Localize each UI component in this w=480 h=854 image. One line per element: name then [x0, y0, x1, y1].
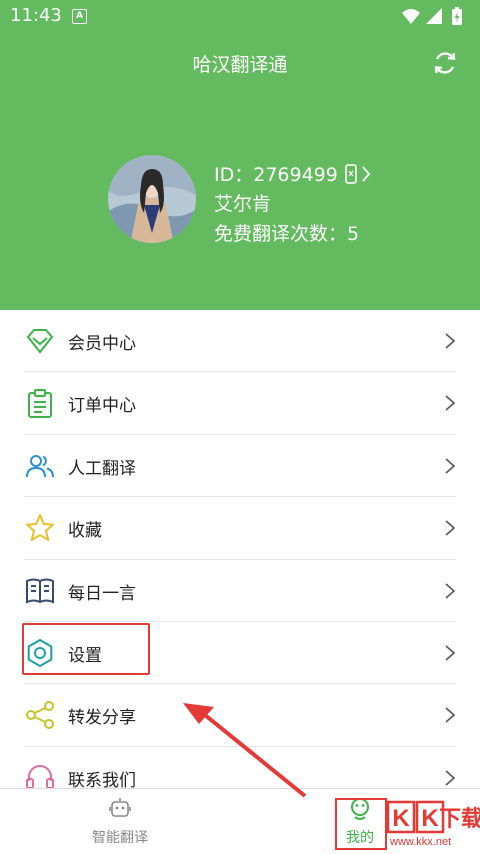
settings-highlight-box	[22, 623, 150, 675]
menu-item-label: 订单中心	[68, 396, 136, 417]
menu-item-label: 收藏	[68, 521, 102, 542]
chevron-right-icon	[362, 165, 371, 182]
svg-text:K: K	[392, 805, 410, 832]
wifi-icon	[402, 9, 420, 24]
signal-icon	[426, 8, 442, 24]
watermark-logo: K K 下载	[386, 800, 480, 834]
share-icon	[26, 701, 54, 730]
menu-item-membership[interactable]: 会员中心	[24, 310, 456, 373]
status-bar: 11:43 A	[0, 0, 480, 34]
user-id-row[interactable]: ID：2769499	[214, 160, 372, 187]
chevron-right-icon	[445, 770, 456, 786]
svg-text:下载: 下载	[439, 806, 480, 832]
settings-menu: 会员中心 订单中心 人工翻译 收藏 每日一言 设置 转发分享 联系我们	[0, 310, 480, 808]
status-icons	[402, 7, 462, 25]
clipboard-icon	[28, 389, 52, 419]
menu-item-human-translation[interactable]: 人工翻译	[24, 435, 456, 498]
robot-icon	[109, 798, 131, 817]
menu-item-orders[interactable]: 订单中心	[24, 372, 456, 435]
chevron-right-icon	[445, 520, 456, 536]
chevron-right-icon	[445, 333, 456, 349]
menu-item-favorites[interactable]: 收藏	[24, 497, 456, 560]
user-name: 艾尔肯	[214, 193, 272, 215]
chevron-right-icon	[445, 645, 456, 661]
refresh-icon[interactable]	[431, 49, 459, 77]
tab-highlight-box	[335, 798, 387, 850]
chevron-right-icon	[445, 582, 456, 599]
diamond-icon	[26, 329, 54, 354]
book-icon	[26, 578, 54, 604]
watermark: K K 下载 www.kkx.net	[386, 798, 480, 853]
notification-icon: A	[72, 9, 87, 24]
menu-item-label: 每日一言	[68, 583, 136, 604]
page-title: 哈汉翻译通	[192, 54, 288, 76]
profile-header: 11:43 A 哈汉翻译通 ID：2769499 艾尔肯 免费翻译次数：5	[0, 0, 480, 310]
menu-item-label: 转发分享	[68, 708, 136, 729]
phone-icon	[345, 163, 357, 184]
avatar[interactable]	[108, 155, 196, 243]
menu-item-label: 联系我们	[68, 770, 136, 791]
user-id: ID：2769499	[214, 164, 338, 186]
menu-item-daily-quote[interactable]: 每日一言	[24, 560, 456, 622]
tab-label: 智能翻译	[92, 830, 148, 846]
menu-item-label: 人工翻译	[68, 458, 136, 479]
tab-smart-translate[interactable]: 智能翻译	[0, 789, 240, 854]
chevron-right-icon	[445, 707, 456, 723]
chevron-right-icon	[445, 458, 456, 474]
menu-item-share[interactable]: 转发分享	[24, 684, 456, 747]
watermark-url: www.kkx.net	[390, 836, 452, 848]
svg-text:K: K	[421, 805, 439, 832]
chevron-right-icon	[445, 395, 456, 411]
free-translation-count: 免费翻译次数：5	[214, 223, 360, 245]
menu-item-label: 会员中心	[68, 334, 136, 354]
users-icon	[26, 454, 54, 477]
status-time: 11:43	[10, 5, 62, 26]
star-icon	[26, 514, 54, 542]
